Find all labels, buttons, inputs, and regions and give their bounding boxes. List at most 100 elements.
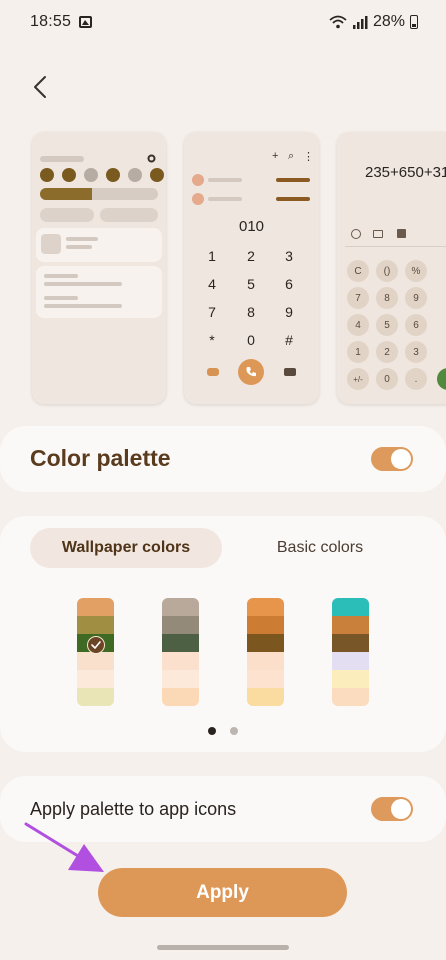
ruler-icon [373, 230, 383, 238]
swatch-color-band [247, 688, 284, 706]
swatch-color-band [247, 616, 284, 634]
equals-key [437, 368, 446, 390]
app-icons-label: Apply palette to app icons [30, 799, 237, 819]
status-time: 18:55 [30, 13, 72, 30]
swatch-color-band [247, 670, 284, 688]
calc-key: +/- [347, 368, 369, 390]
apply-button[interactable]: Apply [98, 868, 347, 917]
preview-pill [40, 208, 94, 222]
airplane-toggle-icon [128, 168, 142, 182]
swatch-color-band [247, 634, 284, 652]
settings-icon [147, 154, 156, 163]
calc-key: % [405, 260, 427, 282]
contact-bar [208, 178, 242, 182]
swatch-color-band [332, 616, 369, 634]
dial-key: 4 [208, 276, 216, 292]
preview-pill [100, 208, 158, 222]
brightness-slider [40, 188, 158, 200]
scientific-icon [397, 229, 406, 238]
contact-bar [208, 197, 242, 201]
add-icon: + [272, 150, 279, 162]
dialer-preview[interactable]: + ⌕ ⋮ 010 1 2 3 4 5 6 7 8 9 * 0 # [184, 132, 319, 404]
calc-key: 4 [347, 314, 369, 336]
calc-key: C [347, 260, 369, 282]
dial-key: 2 [247, 248, 255, 264]
swatch-color-band [332, 670, 369, 688]
accent-bar [276, 178, 310, 182]
more-icon: ⋮ [303, 151, 314, 163]
bluetooth-toggle-icon [84, 168, 98, 182]
palette-swatch[interactable] [332, 598, 369, 706]
calc-expression: 235+650+31 [365, 164, 446, 181]
swatch-color-band [162, 616, 199, 634]
dial-key: 7 [208, 304, 216, 320]
history-icon [351, 229, 361, 239]
back-arrow-icon [34, 76, 46, 98]
dial-key: 5 [247, 276, 255, 292]
sound-toggle-icon [62, 168, 76, 182]
dial-key: * [209, 332, 215, 348]
dial-key: 9 [285, 304, 293, 320]
media-card [36, 228, 162, 262]
dial-key: 8 [247, 304, 255, 320]
calc-key: 0 [376, 368, 398, 390]
dial-key: 1 [208, 248, 216, 264]
wifi-toggle-icon [40, 168, 54, 182]
calc-key: () [376, 260, 398, 282]
page-indicator-dot-active[interactable] [208, 727, 216, 735]
gallery-icon [79, 16, 93, 28]
swatch-color-band [162, 670, 199, 688]
calc-key: 9 [405, 287, 427, 309]
calc-key: 7 [347, 287, 369, 309]
calc-key: 8 [376, 287, 398, 309]
notification-card [36, 266, 162, 318]
back-button[interactable] [24, 70, 56, 104]
swatch-color-band [162, 652, 199, 670]
pointer-arrow-icon [24, 822, 104, 872]
palette-swatch[interactable] [162, 598, 199, 706]
accent-bar [276, 197, 310, 201]
battery-percent: 28% [372, 13, 405, 30]
swatch-color-band [247, 652, 284, 670]
status-bar: 18:55 28% [0, 0, 446, 44]
dial-key: 6 [285, 276, 293, 292]
battery-icon [410, 15, 418, 29]
swatch-color-band [162, 598, 199, 616]
calc-key: 6 [405, 314, 427, 336]
calc-key: . [405, 368, 427, 390]
flashlight-toggle-icon [150, 168, 164, 182]
wifi-icon [329, 15, 347, 29]
navigation-handle[interactable] [157, 945, 289, 950]
backspace-icon [284, 368, 296, 376]
dial-key: 0 [247, 332, 255, 348]
rotate-toggle-icon [106, 168, 120, 182]
calc-divider [345, 246, 446, 247]
calc-key: 1 [347, 341, 369, 363]
calc-key: 2 [376, 341, 398, 363]
tab-basic-colors[interactable]: Basic colors [224, 528, 416, 568]
dial-key: 3 [285, 248, 293, 264]
page-indicator-dot[interactable] [230, 727, 238, 735]
swatch-color-band [332, 598, 369, 616]
palette-swatch[interactable] [247, 598, 284, 706]
swatch-color-band [332, 652, 369, 670]
color-palette-toggle[interactable] [371, 447, 413, 471]
app-icons-toggle[interactable] [371, 797, 413, 821]
video-call-icon [207, 368, 219, 376]
call-button-icon [238, 359, 264, 385]
preview-bar [40, 156, 84, 162]
dialer-number: 010 [238, 218, 265, 235]
contact-avatar [192, 174, 204, 186]
calculator-preview[interactable]: 235+650+31 C () % 7 8 9 4 5 6 1 2 3 +/- … [337, 132, 446, 404]
color-palette-row[interactable]: Color palette [0, 426, 446, 492]
swatch-color-band [247, 598, 284, 616]
swatch-color-band [332, 634, 369, 652]
calc-key: 5 [376, 314, 398, 336]
tab-wallpaper-colors[interactable]: Wallpaper colors [30, 528, 222, 568]
palette-picker: Wallpaper colors Basic colors [0, 516, 446, 752]
swatch-color-band [162, 688, 199, 706]
quick-panel-preview[interactable] [32, 132, 166, 404]
search-icon: ⌕ [288, 150, 295, 162]
dial-key: # [285, 332, 293, 348]
calc-key: 3 [405, 341, 427, 363]
